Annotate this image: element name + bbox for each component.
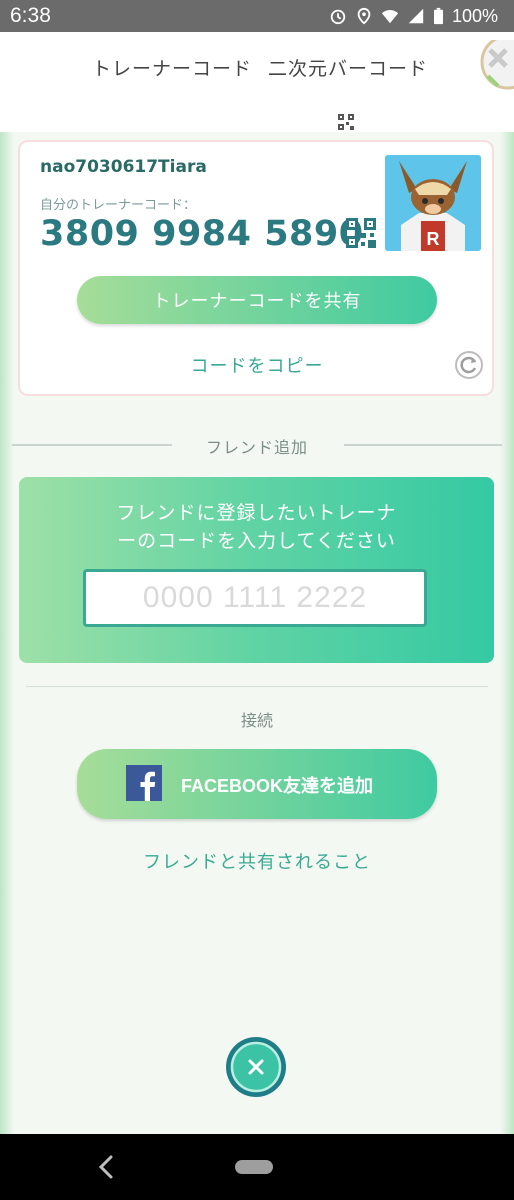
close-icon[interactable] (225, 1036, 287, 1098)
add-friend-title: フレンド追加 (205, 438, 308, 457)
tab-trainer-code[interactable]: トレーナーコード (92, 54, 252, 81)
tab-bar: トレーナーコード 二次元バーコード (0, 32, 514, 139)
status-bar: 6:38 100% (0, 0, 514, 32)
add-friend-panel: フレンドに登録したいトレーナ ーのコードを入力してください (19, 477, 494, 663)
signal-icon (408, 8, 424, 24)
add-friend-divider: フレンド追加 (12, 432, 502, 458)
app-badge-icon (480, 40, 514, 90)
shared-with-friends-link[interactable]: フレンドと共有されること (0, 848, 514, 874)
add-friend-prompt-line2: ーのコードを入力してください (117, 530, 396, 552)
facebook-icon (126, 765, 162, 801)
facebook-button-label: FACEBOOK友達を追加 (181, 776, 374, 796)
home-button[interactable] (235, 1160, 273, 1174)
tab-qr-code[interactable]: 二次元バーコード (268, 54, 428, 81)
trainer-code-label: 自分のトレーナーコード： (40, 198, 197, 213)
trainer-code: 3809 9984 5890 (40, 214, 364, 254)
add-facebook-friends-button[interactable]: FACEBOOK友達を追加 (77, 749, 437, 819)
copy-code-link[interactable]: コードをコピー (0, 352, 514, 378)
battery-percent: 100% (451, 5, 498, 26)
status-time: 6:38 (10, 4, 51, 27)
connect-divider (26, 686, 488, 687)
alarm-icon (330, 9, 346, 25)
qr-code-icon[interactable] (338, 114, 354, 130)
share-trainer-code-button[interactable]: トレーナーコードを共有 (77, 276, 437, 324)
friend-code-input[interactable] (83, 569, 427, 627)
trainer-avatar: R (385, 155, 481, 251)
system-nav-bar (0, 1134, 514, 1200)
battery-icon (433, 7, 443, 25)
location-icon (357, 7, 371, 25)
trainer-username: nao7030617Tiara (40, 157, 207, 177)
avatar-figure-icon: R (385, 155, 481, 251)
back-icon[interactable] (96, 1154, 116, 1180)
refresh-icon[interactable] (454, 350, 484, 380)
add-friend-prompt-line1: フレンドに登録したいトレーナ (116, 502, 397, 524)
svg-text:R: R (427, 229, 440, 249)
add-friend-prompt: フレンドに登録したいトレーナ ーのコードを入力してください (19, 499, 494, 555)
wifi-icon (381, 10, 399, 24)
qr-code-icon[interactable] (346, 218, 376, 248)
status-icons: 100% (329, 6, 498, 27)
connect-title: 接続 (240, 711, 273, 730)
